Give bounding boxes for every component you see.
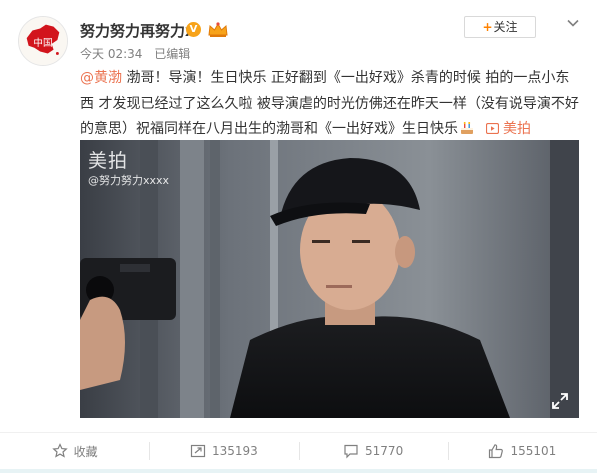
video-watermark-title: 美拍 <box>88 150 129 172</box>
mention-link[interactable]: @黄渤 <box>80 70 122 86</box>
post-meta: 今天 02:34 已编辑 <box>80 45 190 62</box>
comment-button[interactable]: 51770 <box>298 433 448 469</box>
edited-label: 已编辑 <box>154 47 191 61</box>
repost-count: 135193 <box>211 444 258 458</box>
star-icon <box>51 443 68 458</box>
svg-text:中国: 中国 <box>33 37 52 49</box>
follow-label: 关注 <box>493 20 518 34</box>
repost-icon <box>190 444 206 458</box>
expand-icon[interactable] <box>551 392 569 410</box>
username[interactable]: 努力努力再努力x <box>80 20 195 41</box>
favorite-button[interactable]: 收藏 <box>0 433 149 469</box>
video-player[interactable]: 美拍 @努力努力xxxx <box>80 140 579 418</box>
avatar[interactable]: 中国 <box>18 16 68 66</box>
post-text: @黄渤 渤哥！导演！生日快乐 正好翻到《一出好戏》杀青的时候 拍的一点小东西 才… <box>80 66 580 143</box>
like-button[interactable]: 155101 <box>447 433 597 469</box>
cake-icon <box>461 122 473 134</box>
verified-badge-icon: V <box>186 22 201 37</box>
follow-button[interactable]: +关注 <box>464 16 536 38</box>
action-bar: 收藏 135193 51770 155101 <box>0 433 597 469</box>
post-time[interactable]: 今天 02:34 <box>80 47 142 61</box>
favorite-label: 收藏 <box>73 444 98 459</box>
video-source-link[interactable]: 美拍 <box>485 121 531 137</box>
china-map-avatar-icon: 中国 <box>19 17 67 65</box>
video-watermark-user: @努力努力xxxx <box>88 174 170 187</box>
crown-icon <box>208 22 228 37</box>
video-source-label: 美拍 <box>503 121 531 137</box>
thumbs-up-icon <box>489 444 504 459</box>
like-count: 155101 <box>510 444 557 458</box>
comment-icon <box>344 444 358 459</box>
video-icon <box>485 122 500 135</box>
plus-icon: + <box>482 20 493 34</box>
comment-count: 51770 <box>365 444 404 458</box>
bottom-edge <box>0 469 597 473</box>
repost-button[interactable]: 135193 <box>149 433 298 469</box>
weibo-post-card: 中国 努力努力再努力x V 今天 02:34 已编辑 +关注 @黄渤 渤哥！导演… <box>0 0 597 473</box>
chevron-down-icon[interactable] <box>566 16 580 30</box>
